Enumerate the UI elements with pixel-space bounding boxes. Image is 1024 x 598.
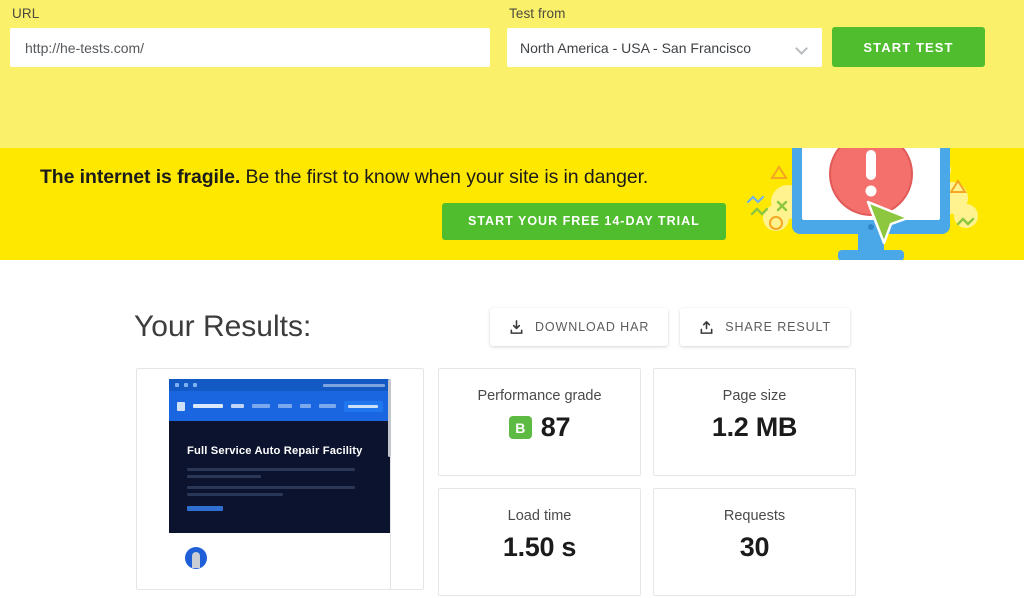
results-cards: Full Service Auto Repair Facility Perfor… (0, 346, 1024, 596)
url-input-value: http://he-tests.com/ (25, 39, 145, 56)
status-badge: B (508, 416, 532, 439)
share-upload-icon (700, 320, 713, 334)
promo-banner-content: The internet is fragile. Be the first to… (0, 148, 1024, 240)
preview-nav-item (300, 404, 312, 408)
location-select-value: North America - USA - San Francisco (520, 39, 752, 56)
preview-topbar (169, 379, 391, 391)
metric-card-performance-grade: Performance grade B 87 (438, 368, 641, 476)
url-label: URL (12, 6, 40, 21)
preview-nav-item (231, 404, 245, 408)
preview-nav-item (278, 404, 293, 408)
social-icon-twitter (184, 383, 188, 387)
promo-cta-wrap: START YOUR FREE 14-DAY TRIAL (0, 203, 1024, 240)
preview-hero-title: Full Service Auto Repair Facility (187, 445, 363, 457)
preview-hero-text-line (187, 475, 261, 478)
preview-hero-text-line (187, 493, 283, 496)
metric-value: 30 (739, 532, 770, 562)
preview-logo-text (192, 404, 224, 408)
promo-banner: The internet is fragile. Be the first to… (0, 148, 1024, 260)
metric-card-load-time: Load time 1.50 s (438, 488, 641, 596)
test-form-row: URL http://he-tests.com/ Test from North… (10, 6, 1000, 67)
download-har-label: DOWNLOAD HAR (534, 320, 650, 334)
promo-headline-bold: The internet is fragile. (40, 166, 241, 188)
preview-hours-text (323, 383, 385, 387)
start-test-button[interactable]: START TEST (832, 27, 985, 67)
results-section: Your Results: DOWNLOAD HAR SHARE RESULT (0, 260, 1024, 596)
preview-phone-button (343, 400, 383, 412)
preview-hero-text-line (187, 468, 355, 471)
preview-logo-icon (177, 401, 185, 411)
social-icon-instagram (193, 383, 197, 387)
location-select[interactable]: North America - USA - San Francisco (507, 28, 822, 67)
metric-number: 87 (540, 412, 571, 442)
share-result-button[interactable]: SHARE RESULT (680, 308, 850, 346)
page-title: Your Results: (134, 310, 312, 343)
metric-value: 1.2 MB (711, 412, 798, 442)
url-field-group: URL http://he-tests.com/ (10, 6, 490, 67)
metric-card-page-size: Page size 1.2 MB (653, 368, 856, 476)
social-icon-facebook (175, 383, 179, 387)
site-screenshot-card[interactable]: Full Service Auto Repair Facility (136, 368, 424, 590)
metric-label: Page size (722, 388, 787, 404)
preview-avatar (185, 547, 207, 569)
preview-body (169, 533, 391, 589)
chevron-down-icon (796, 42, 808, 54)
metric-value: B 87 (508, 412, 571, 443)
site-screenshot-preview: Full Service Auto Repair Facility (169, 379, 391, 589)
preview-nav-item (252, 404, 271, 408)
preview-scrollbar-track (388, 379, 391, 589)
url-input[interactable]: http://he-tests.com/ (10, 28, 490, 67)
share-result-label: SHARE RESULT (725, 320, 831, 334)
test-form-bar: URL http://he-tests.com/ Test from North… (0, 0, 1024, 148)
location-field-group: Test from North America - USA - San Fran… (507, 6, 822, 67)
download-har-button[interactable]: DOWNLOAD HAR (489, 308, 669, 346)
preview-navbar (169, 391, 391, 421)
location-label: Test from (509, 6, 566, 21)
results-header: Your Results: DOWNLOAD HAR SHARE RESULT (0, 308, 1024, 346)
download-icon (510, 319, 523, 334)
preview-nav-item (319, 404, 336, 408)
metric-label: Load time (507, 508, 572, 524)
preview-hero: Full Service Auto Repair Facility (169, 421, 391, 533)
metric-label: Requests (723, 508, 786, 524)
metric-card-requests: Requests 30 (653, 488, 856, 596)
metric-label: Performance grade (477, 388, 602, 404)
metrics-grid: Performance grade B 87 Page size 1.2 MB … (438, 368, 856, 596)
metric-value: 1.50 s (502, 532, 577, 562)
promo-headline: The internet is fragile. Be the first to… (0, 166, 1024, 189)
preview-hero-text-line (187, 486, 355, 489)
promo-headline-rest: Be the first to know when your site is i… (240, 166, 649, 188)
preview-scrollbar-thumb[interactable] (388, 379, 391, 457)
preview-hero-cta (187, 506, 223, 511)
start-free-trial-button[interactable]: START YOUR FREE 14-DAY TRIAL (442, 203, 726, 240)
